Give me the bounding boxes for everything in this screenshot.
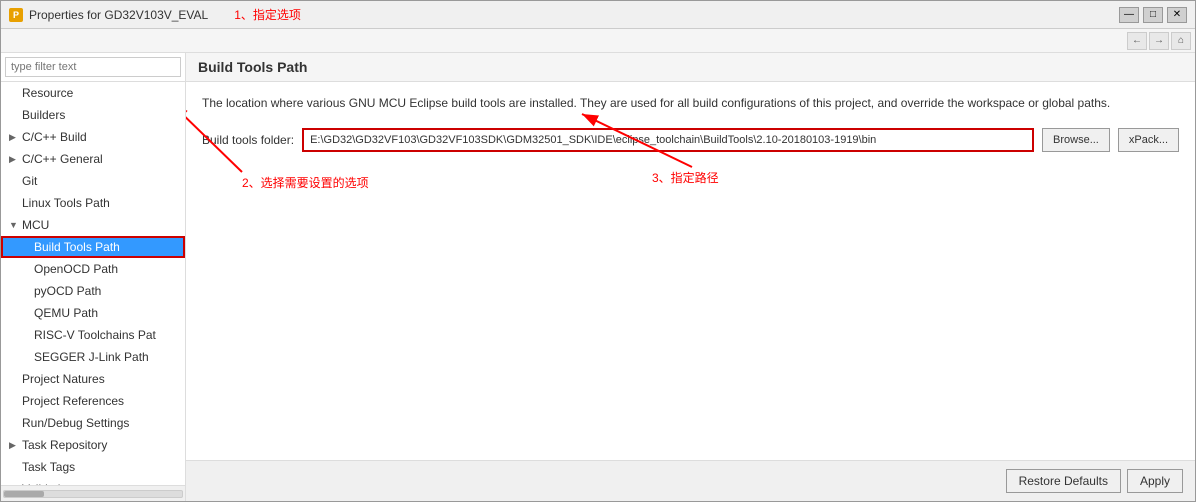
forward-button[interactable]: → (1149, 32, 1169, 50)
sidebar-scrollbar[interactable] (1, 485, 185, 501)
arrow-icon: ▼ (9, 216, 19, 234)
sidebar-item-qemu-path[interactable]: QEMU Path (1, 302, 185, 324)
browse-button[interactable]: Browse... (1042, 128, 1110, 152)
annotation-step1: 1、指定选项 (234, 6, 301, 23)
sidebar-item-cpp-general[interactable]: ▶ C/C++ General (1, 148, 185, 170)
title-bar-left: P Properties for GD32V103V_EVAL 1、指定选项 (9, 6, 301, 23)
sidebar-item-validation[interactable]: ▶ Validation (1, 478, 185, 485)
sidebar-item-build-tools-path[interactable]: Build Tools Path (1, 236, 185, 258)
sidebar-item-mcu[interactable]: ▼ MCU (1, 214, 185, 236)
build-tools-folder-input[interactable] (302, 128, 1034, 152)
back-button[interactable]: ← (1127, 32, 1147, 50)
title-bar: P Properties for GD32V103V_EVAL 1、指定选项 —… (1, 1, 1195, 29)
window-title: Properties for GD32V103V_EVAL (29, 8, 208, 22)
sidebar-item-run-debug-settings[interactable]: Run/Debug Settings (1, 412, 185, 434)
sidebar-item-label: QEMU Path (34, 304, 98, 322)
sidebar-item-label: OpenOCD Path (34, 260, 118, 278)
sidebar-item-label: Task Repository (22, 436, 107, 454)
window-icon: P (9, 8, 23, 22)
sidebar-item-label: C/C++ Build (22, 128, 87, 146)
arrow-icon: ▶ (9, 436, 19, 454)
sidebar-item-label: SEGGER J-Link Path (34, 348, 149, 366)
form-label: Build tools folder: (202, 133, 294, 147)
description-text: The location where various GNU MCU Eclip… (202, 94, 1179, 112)
sidebar-item-label: Project Natures (22, 370, 105, 388)
content-title: Build Tools Path (198, 59, 307, 75)
sidebar-item-task-tags[interactable]: Task Tags (1, 456, 185, 478)
sidebar-item-project-references[interactable]: Project References (1, 390, 185, 412)
sidebar-item-cpp-build[interactable]: ▶ C/C++ Build (1, 126, 185, 148)
sidebar-item-label: Build Tools Path (34, 238, 120, 256)
sidebar-item-label: Project References (22, 392, 124, 410)
sidebar-item-openocd-path[interactable]: OpenOCD Path (1, 258, 185, 280)
xpack-button[interactable]: xPack... (1118, 128, 1179, 152)
arrow-icon: ▶ (9, 128, 19, 146)
apply-button[interactable]: Apply (1127, 469, 1183, 493)
scroll-track (3, 490, 183, 498)
search-input[interactable] (5, 57, 181, 77)
main-content: Resource Builders ▶ C/C++ Build ▶ C/C++ … (1, 53, 1195, 501)
sidebar-item-label: Task Tags (22, 458, 75, 476)
scroll-thumb (4, 491, 44, 497)
sidebar-item-label: Run/Debug Settings (22, 414, 129, 432)
sidebar-item-resource[interactable]: Resource (1, 82, 185, 104)
toolbar: ← → ⌂ (1, 29, 1195, 53)
annotation-area: 2、选择需要设置的选项 3、指定路径 (202, 164, 1179, 244)
home-button[interactable]: ⌂ (1171, 32, 1191, 50)
sidebar-item-label: Builders (22, 106, 65, 124)
sidebar-item-label: Linux Tools Path (22, 194, 110, 212)
sidebar: Resource Builders ▶ C/C++ Build ▶ C/C++ … (1, 53, 186, 501)
sidebar-item-project-natures[interactable]: Project Natures (1, 368, 185, 390)
sidebar-item-label: pyOCD Path (34, 282, 101, 300)
sidebar-item-segger-jlink[interactable]: SEGGER J-Link Path (1, 346, 185, 368)
close-button[interactable]: ✕ (1167, 7, 1187, 23)
sidebar-item-label: MCU (22, 216, 49, 234)
sidebar-item-risc-v-toolchains[interactable]: RISC-V Toolchains Pat (1, 324, 185, 346)
arrow-icon: ▶ (9, 150, 19, 168)
tree: Resource Builders ▶ C/C++ Build ▶ C/C++ … (1, 82, 185, 485)
sidebar-item-builders[interactable]: Builders (1, 104, 185, 126)
content-body: The location where various GNU MCU Eclip… (186, 82, 1195, 460)
sidebar-item-label: Resource (22, 84, 73, 102)
sidebar-item-pyocd-path[interactable]: pyOCD Path (1, 280, 185, 302)
sidebar-item-linux-tools-path[interactable]: Linux Tools Path (1, 192, 185, 214)
maximize-button[interactable]: □ (1143, 7, 1163, 23)
search-box (1, 53, 185, 82)
content-area: Build Tools Path The location where vari… (186, 53, 1195, 501)
sidebar-item-task-repository[interactable]: ▶ Task Repository (1, 434, 185, 456)
minimize-button[interactable]: — (1119, 7, 1139, 23)
form-row: Build tools folder: Browse... xPack... (202, 128, 1179, 152)
properties-window: P Properties for GD32V103V_EVAL 1、指定选项 —… (0, 0, 1196, 502)
content-header: Build Tools Path (186, 53, 1195, 82)
sidebar-item-git[interactable]: Git (1, 170, 185, 192)
content-footer: Restore Defaults Apply (186, 460, 1195, 501)
arrow-svg-3 (202, 164, 802, 244)
sidebar-item-label: C/C++ General (22, 150, 103, 168)
sidebar-item-label: Git (22, 172, 37, 190)
restore-defaults-button[interactable]: Restore Defaults (1006, 469, 1121, 493)
sidebar-item-label: RISC-V Toolchains Pat (34, 326, 156, 344)
title-controls: — □ ✕ (1119, 7, 1187, 23)
